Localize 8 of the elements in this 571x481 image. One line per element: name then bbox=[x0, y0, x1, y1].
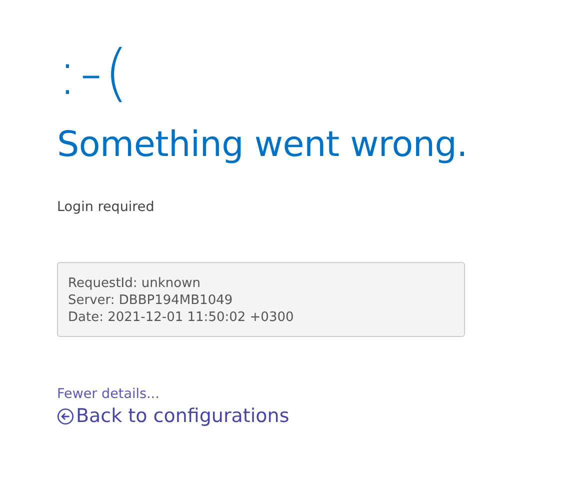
fewer-details-link[interactable]: Fewer details... bbox=[57, 385, 160, 403]
error-title: Something went wrong. bbox=[57, 124, 468, 167]
sad-face-emoticon: :-( bbox=[57, 35, 130, 111]
back-link[interactable]: Back to configurations bbox=[57, 403, 290, 429]
detail-line: RequestId: unknown bbox=[68, 275, 200, 292]
detail-line: Date: 2021-12-01 11:50:02 +0300 bbox=[68, 309, 294, 326]
detail-line: Server: DBBP194MB1049 bbox=[68, 292, 233, 309]
error-message: Login required bbox=[57, 198, 154, 216]
